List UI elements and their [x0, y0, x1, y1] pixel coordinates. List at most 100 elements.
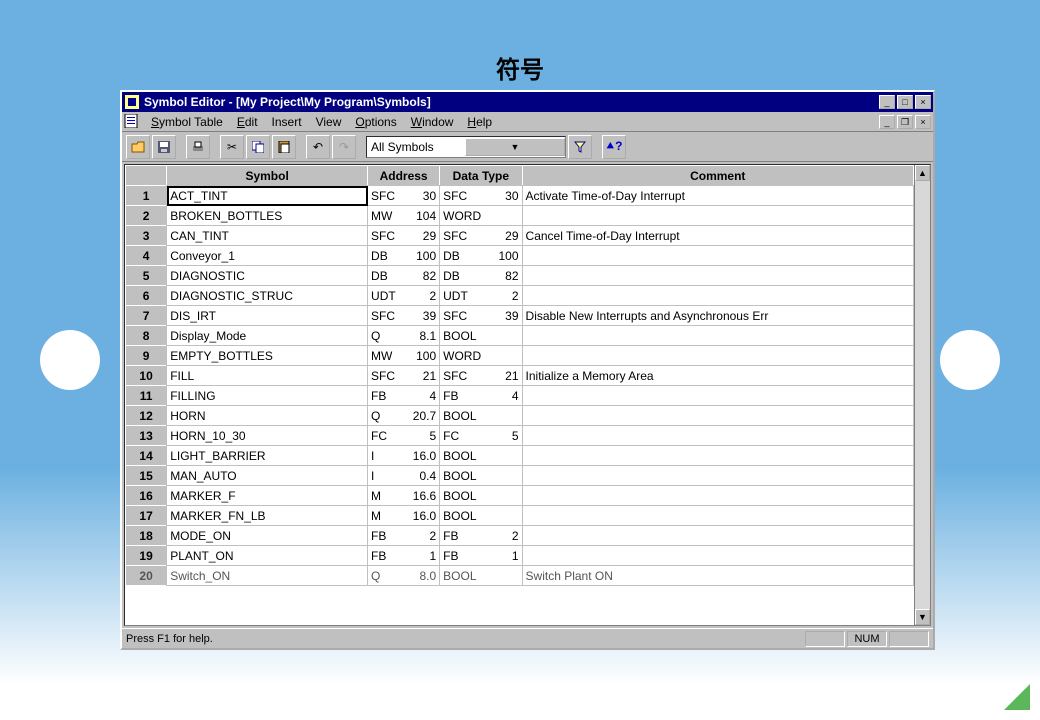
cell-symbol[interactable]: BROKEN_BOTTLES — [167, 206, 368, 226]
table-row[interactable]: 16MARKER_FM16.6BOOL — [126, 486, 914, 506]
cell-comment[interactable] — [522, 386, 913, 406]
cell-symbol[interactable]: Switch_ON — [167, 566, 368, 586]
menu-insert[interactable]: Insert — [265, 114, 309, 130]
row-number[interactable]: 2 — [126, 206, 167, 226]
maximize-button[interactable]: □ — [897, 95, 913, 109]
cell-symbol[interactable]: CAN_TINT — [167, 226, 368, 246]
cell-datatype[interactable]: BOOL — [440, 466, 522, 486]
cell-comment[interactable] — [522, 426, 913, 446]
cell-comment[interactable] — [522, 446, 913, 466]
cell-address[interactable]: M16.0 — [368, 506, 440, 526]
header-comment[interactable]: Comment — [522, 166, 913, 186]
cell-datatype[interactable]: BOOL — [440, 446, 522, 466]
cell-datatype[interactable]: UDT2 — [440, 286, 522, 306]
cell-address[interactable]: I16.0 — [368, 446, 440, 466]
cell-comment[interactable] — [522, 406, 913, 426]
cell-comment[interactable]: Disable New Interrupts and Asynchronous … — [522, 306, 913, 326]
table-row[interactable]: 17MARKER_FN_LBM16.0BOOL — [126, 506, 914, 526]
cell-address[interactable]: SFC39 — [368, 306, 440, 326]
row-number[interactable]: 10 — [126, 366, 167, 386]
row-number[interactable]: 5 — [126, 266, 167, 286]
filter-button[interactable] — [568, 135, 592, 159]
cell-symbol[interactable]: FILLING — [167, 386, 368, 406]
scroll-down-icon[interactable]: ▼ — [915, 609, 930, 625]
cell-address[interactable]: FB4 — [368, 386, 440, 406]
scroll-up-icon[interactable]: ▲ — [915, 165, 930, 181]
print-button[interactable] — [186, 135, 210, 159]
cell-datatype[interactable]: SFC39 — [440, 306, 522, 326]
cell-symbol[interactable]: Display_Mode — [167, 326, 368, 346]
table-row[interactable]: 15MAN_AUTOI0.4BOOL — [126, 466, 914, 486]
row-number[interactable]: 6 — [126, 286, 167, 306]
table-row[interactable]: 8Display_ModeQ8.1BOOL — [126, 326, 914, 346]
cell-symbol[interactable]: MAN_AUTO — [167, 466, 368, 486]
cell-comment[interactable] — [522, 466, 913, 486]
cell-comment[interactable] — [522, 526, 913, 546]
row-number[interactable]: 16 — [126, 486, 167, 506]
cell-address[interactable]: M16.6 — [368, 486, 440, 506]
row-number[interactable]: 19 — [126, 546, 167, 566]
row-number[interactable]: 3 — [126, 226, 167, 246]
cell-address[interactable]: I0.4 — [368, 466, 440, 486]
table-row[interactable]: 13HORN_10_30FC5FC5 — [126, 426, 914, 446]
cell-address[interactable]: FB1 — [368, 546, 440, 566]
menu-edit[interactable]: Edit — [230, 114, 265, 130]
table-row[interactable]: 18MODE_ONFB2FB2 — [126, 526, 914, 546]
cell-comment[interactable] — [522, 266, 913, 286]
cell-datatype[interactable]: WORD — [440, 206, 522, 226]
cell-comment[interactable]: Cancel Time-of-Day Interrupt — [522, 226, 913, 246]
cell-datatype[interactable]: BOOL — [440, 486, 522, 506]
open-button[interactable] — [126, 135, 150, 159]
cell-comment[interactable] — [522, 346, 913, 366]
cell-datatype[interactable]: FC5 — [440, 426, 522, 446]
cell-symbol[interactable]: HORN_10_30 — [167, 426, 368, 446]
cell-comment[interactable] — [522, 506, 913, 526]
cell-symbol[interactable]: MODE_ON — [167, 526, 368, 546]
table-row[interactable]: 19PLANT_ONFB1FB1 — [126, 546, 914, 566]
row-number[interactable]: 15 — [126, 466, 167, 486]
cell-address[interactable]: MW100 — [368, 346, 440, 366]
cell-symbol[interactable]: DIAGNOSTIC — [167, 266, 368, 286]
cell-symbol[interactable]: PLANT_ON — [167, 546, 368, 566]
cell-datatype[interactable]: DB82 — [440, 266, 522, 286]
mdi-restore-button[interactable]: ❐ — [897, 115, 913, 129]
filter-combo[interactable]: All Symbols ▼ — [366, 136, 566, 158]
cell-comment[interactable]: Switch Plant ON — [522, 566, 913, 586]
table-row[interactable]: 3CAN_TINTSFC29SFC29Cancel Time-of-Day In… — [126, 226, 914, 246]
table-row[interactable]: 6DIAGNOSTIC_STRUCUDT2UDT2 — [126, 286, 914, 306]
cell-address[interactable]: Q20.7 — [368, 406, 440, 426]
cell-datatype[interactable]: FB4 — [440, 386, 522, 406]
cell-datatype[interactable]: DB100 — [440, 246, 522, 266]
row-number[interactable]: 20 — [126, 566, 167, 586]
cell-datatype[interactable]: FB1 — [440, 546, 522, 566]
row-number[interactable]: 7 — [126, 306, 167, 326]
table-row[interactable]: 1ACT_TINTSFC30SFC30Activate Time-of-Day … — [126, 186, 914, 206]
vertical-scrollbar[interactable]: ▲ ▼ — [914, 165, 930, 625]
menu-options[interactable]: Options — [348, 114, 403, 130]
cell-comment[interactable]: Activate Time-of-Day Interrupt — [522, 186, 913, 206]
cell-address[interactable]: SFC30 — [368, 186, 440, 206]
cell-symbol[interactable]: ACT_TINT — [167, 186, 368, 206]
mdi-close-button[interactable]: × — [915, 115, 931, 129]
cell-comment[interactable] — [522, 546, 913, 566]
cell-comment[interactable] — [522, 486, 913, 506]
cell-symbol[interactable]: FILL — [167, 366, 368, 386]
menu-view[interactable]: View — [309, 114, 349, 130]
cell-datatype[interactable]: BOOL — [440, 566, 522, 586]
chevron-down-icon[interactable]: ▼ — [465, 138, 565, 156]
undo-button[interactable]: ↶ — [306, 135, 330, 159]
menu-window[interactable]: Window — [404, 114, 461, 130]
table-row[interactable]: 11FILLINGFB4FB4 — [126, 386, 914, 406]
cell-address[interactable]: DB82 — [368, 266, 440, 286]
document-icon[interactable] — [124, 114, 140, 130]
paste-button[interactable] — [272, 135, 296, 159]
cell-datatype[interactable]: SFC21 — [440, 366, 522, 386]
row-number[interactable]: 4 — [126, 246, 167, 266]
cell-symbol[interactable]: DIS_IRT — [167, 306, 368, 326]
header-rownum[interactable] — [126, 166, 167, 186]
table-row[interactable]: 10FILLSFC21SFC21Initialize a Memory Area — [126, 366, 914, 386]
header-symbol[interactable]: Symbol — [167, 166, 368, 186]
mdi-minimize-button[interactable]: _ — [879, 115, 895, 129]
cell-comment[interactable] — [522, 326, 913, 346]
cell-comment[interactable] — [522, 206, 913, 226]
